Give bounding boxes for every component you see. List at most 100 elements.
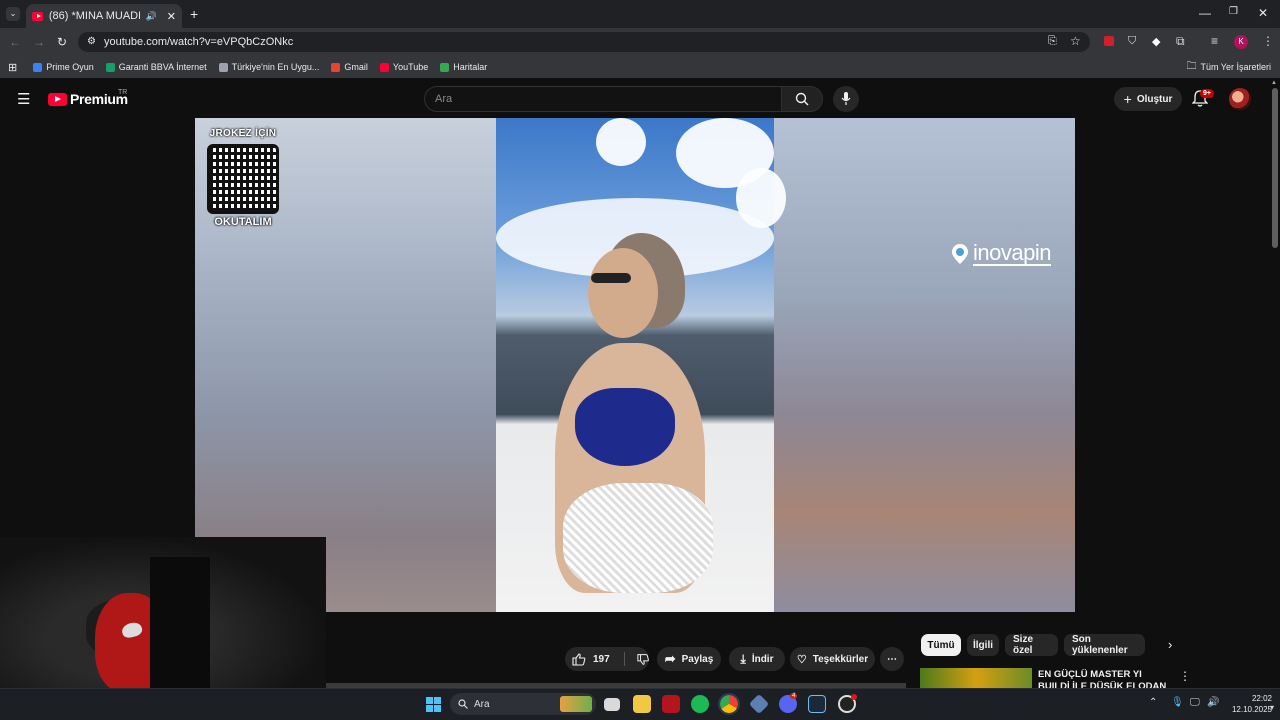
close-window-icon[interactable]: ✕: [1258, 6, 1268, 20]
download-label: İndir: [751, 653, 774, 665]
site-info-icon[interactable]: ⚙: [87, 36, 96, 47]
youtube-icon: [379, 62, 389, 72]
install-app-icon[interactable]: ⎘: [1048, 35, 1057, 48]
chip-recent-uploads[interactable]: Son yüklenenler: [1064, 634, 1145, 656]
tab-search-button[interactable]: ⌄: [6, 7, 20, 21]
thumbs-down-icon[interactable]: [636, 653, 649, 666]
share-button[interactable]: ➦ Paylaş: [657, 647, 721, 671]
tab-audio-icon[interactable]: 🔊: [146, 11, 157, 22]
taskbar-clock[interactable]: 22:02 12.10.2025: [1222, 693, 1272, 715]
taskbar-search[interactable]: Ara: [450, 693, 596, 715]
create-label: Oluştur: [1136, 93, 1173, 105]
chrome-icon[interactable]: [718, 693, 740, 715]
chip-related[interactable]: İlgili: [967, 634, 999, 656]
youtube-logo[interactable]: Premium: [48, 91, 128, 107]
notification-dot: [851, 694, 857, 700]
search-button[interactable]: [781, 86, 823, 112]
inovapin-watermark: inovapin: [951, 242, 1051, 266]
download-button[interactable]: ⤓ İndir: [729, 647, 785, 671]
spotify-icon[interactable]: [691, 695, 709, 713]
thanks-button[interactable]: ♡ Teşekkürler: [790, 647, 875, 671]
profile-avatar[interactable]: K: [1234, 35, 1248, 49]
browser-menu-icon[interactable]: ⋮: [1262, 34, 1274, 48]
account-avatar[interactable]: [1229, 88, 1251, 110]
file-explorer-icon[interactable]: [633, 695, 651, 713]
more-actions-button[interactable]: ⋯: [880, 647, 904, 671]
notification-bell-icon[interactable]: ▾: [1270, 703, 1274, 712]
address-bar[interactable]: ⚙ youtube.com/watch?v=eVPQbCzONkc ⎘ ☆: [78, 32, 1090, 52]
super-thanks-icon: ♡: [796, 653, 807, 666]
task-view-icon[interactable]: [604, 698, 620, 711]
map-pin-icon: [952, 244, 968, 264]
blurred-background-right: [774, 118, 1075, 612]
taskbar-search-label: Ara: [474, 698, 490, 710]
download-icon: ⤓: [740, 651, 746, 666]
tray-volume-icon[interactable]: 🔊: [1207, 697, 1219, 708]
thumbs-up-icon: [572, 652, 586, 666]
reload-icon[interactable]: ↻: [57, 35, 67, 49]
tab-close-icon[interactable]: ✕: [167, 10, 176, 23]
bookmark-haritalar[interactable]: Haritalar: [440, 62, 487, 72]
all-bookmarks[interactable]: 🗀 Tüm Yer İşaretleri: [1186, 59, 1271, 76]
chevron-right-icon[interactable]: ›: [1168, 637, 1172, 652]
clock-time: 22:02: [1251, 694, 1272, 703]
create-button[interactable]: + Oluştur: [1114, 87, 1182, 111]
extensions-puzzle-icon[interactable]: ⧉: [1176, 34, 1185, 49]
microphone-icon: [841, 92, 851, 105]
recommendation-menu-icon[interactable]: ⋮: [1179, 669, 1191, 683]
bookmark-turkiye[interactable]: Türkiye'nin En Uygu...: [218, 62, 320, 72]
qr-code: [207, 144, 279, 214]
tray-chevron-up-icon[interactable]: ⌃: [1149, 697, 1157, 708]
media-controls-icon[interactable]: ≡: [1211, 34, 1218, 48]
url-text: youtube.com/watch?v=eVPQbCzONkc: [104, 36, 294, 48]
extension-diamond-icon[interactable]: ◆: [1152, 35, 1160, 48]
search-input[interactable]: Ara: [424, 86, 782, 112]
more-icon: ⋯: [887, 653, 897, 665]
tray-microphone-icon[interactable]: 🎙: [1171, 697, 1184, 708]
minimize-icon[interactable]: —: [1199, 6, 1211, 20]
search-placeholder: Ara: [435, 93, 453, 105]
tray-network-icon[interactable]: 🖵: [1190, 697, 1200, 708]
like-button[interactable]: 197: [572, 652, 610, 666]
windows-start-icon[interactable]: [426, 697, 441, 712]
video-player[interactable]: JROKEZ İÇİN OKUTALIM inovapin MB: [195, 118, 1075, 612]
person-cover-up: [563, 483, 713, 593]
restore-icon[interactable]: ❐: [1229, 6, 1238, 17]
extension-red-icon[interactable]: [1104, 36, 1114, 46]
page-scrollbar[interactable]: [1272, 88, 1278, 248]
divider: [623, 652, 625, 666]
steam-icon[interactable]: [808, 695, 826, 713]
bookmarks-bar: ⊞ Prime Oyun Garanti BBVA İnternet Türki…: [0, 56, 1280, 78]
browser-tab-active[interactable]: (86) *MINA MUADDI | Mad 🔊 ✕: [26, 4, 182, 28]
app-news-icon[interactable]: [662, 695, 680, 713]
share-label: Paylaş: [681, 653, 714, 665]
new-tab-button[interactable]: +: [190, 6, 198, 22]
like-dislike-group: 197: [565, 647, 649, 671]
back-icon[interactable]: ←: [9, 35, 21, 49]
shield-icon[interactable]: ⛉: [1128, 35, 1136, 48]
bookmark-prime-oyun[interactable]: Prime Oyun: [33, 62, 94, 72]
bookmark-label: Gmail: [344, 62, 368, 72]
chip-for-you[interactable]: Size özel: [1005, 634, 1058, 656]
scroll-up-icon[interactable]: ▲: [1271, 80, 1277, 86]
bookmark-gmail[interactable]: Gmail: [331, 62, 368, 72]
bookmark-label: Türkiye'nin En Uygu...: [231, 62, 320, 72]
hamburger-menu-icon[interactable]: ☰: [17, 90, 30, 108]
tab-title: (86) *MINA MUADDI | Mad: [48, 10, 140, 22]
voice-search-button[interactable]: [833, 86, 859, 112]
bookmark-star-icon[interactable]: ☆: [1070, 34, 1081, 48]
maps-icon: [440, 62, 450, 72]
apps-grid-icon[interactable]: ⊞: [8, 61, 17, 74]
forward-icon[interactable]: →: [33, 35, 45, 49]
cloud: [736, 168, 786, 228]
bookmark-garanti[interactable]: Garanti BBVA İnternet: [105, 62, 207, 72]
like-count: 197: [593, 653, 610, 665]
recommendation-thumbnail[interactable]: [920, 668, 1032, 688]
all-bookmarks-label: Tüm Yer İşaretleri: [1200, 62, 1271, 72]
notifications-badge: 9+: [1200, 89, 1214, 98]
youtube-favicon-icon: [32, 11, 43, 21]
recommendation-title[interactable]: EN GÜÇLÜ MASTER YI BUILDİ İLE DÜŞÜK ELOD…: [1038, 669, 1168, 688]
thanks-label: Teşekkürler: [812, 653, 869, 665]
bookmark-youtube[interactable]: YouTube: [379, 62, 428, 72]
chip-all[interactable]: Tümü: [921, 634, 961, 656]
